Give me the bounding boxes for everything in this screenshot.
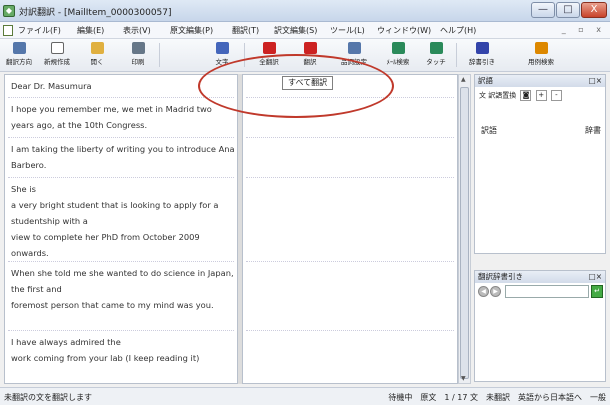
menu-window[interactable]: ウィンドウ(W) — [377, 25, 431, 36]
lookup-go-button[interactable]: ↵ — [591, 285, 603, 298]
toolbar-separator — [159, 43, 160, 67]
document-icon — [3, 25, 13, 36]
toolbar-button-mail-search[interactable]: ﾒｰﾙ検索 — [379, 41, 417, 66]
toolbar-label: 新規作成 — [44, 58, 70, 66]
printer-icon — [131, 42, 145, 54]
menu-edit[interactable]: 編集(E) — [77, 25, 104, 36]
vertical-scrollbar[interactable]: ▲ ▼ — [458, 74, 471, 384]
lookup-panel-header: 翻訳辞書引き □× — [475, 271, 605, 283]
toolbar-button-direction[interactable]: 翻訳方向 — [0, 41, 38, 66]
segment-separator — [8, 261, 234, 262]
dictionary-panel-header: 訳語 □× — [475, 75, 605, 87]
direction-icon — [12, 42, 26, 54]
replace-term-button[interactable]: 文 訳語置換 — [479, 92, 516, 100]
segment-separator — [8, 137, 234, 138]
toolbar-button-print[interactable]: 印刷 — [119, 41, 157, 66]
menu-bar: ファイル(F) 編集(E) 表示(V) 原文編集(P) 翻訳(T) 訳文編集(S… — [0, 22, 610, 39]
menu-translate[interactable]: 翻訳(T) — [232, 25, 259, 36]
maximize-button[interactable]: □ — [556, 2, 580, 18]
close-button[interactable]: X — [581, 2, 607, 18]
segment-separator — [8, 177, 234, 178]
translate-icon — [303, 42, 317, 54]
segment-separator — [246, 261, 454, 262]
toolbar-label: 翻訳方向 — [6, 58, 32, 66]
open-folder-icon — [90, 42, 104, 54]
menu-source-edit[interactable]: 原文編集(P) — [170, 25, 213, 36]
scroll-up-icon[interactable]: ▲ — [461, 76, 466, 83]
mdi-controls[interactable]: _ ▫ x — [562, 25, 606, 34]
lookup-input[interactable] — [505, 285, 589, 298]
segment-separator — [246, 137, 454, 138]
app-icon: ◆ — [3, 5, 15, 17]
status-message: 未翻訳の文を翻訳します — [4, 393, 92, 402]
segment-separator — [246, 177, 454, 178]
status-bar: 未翻訳の文を翻訳します 待機中 原文 1 / 17 文 未翻訳 英語から日本語へ… — [0, 387, 610, 405]
segment-separator — [8, 330, 234, 331]
replace-term-label: 訳語置換 — [488, 91, 517, 100]
toolbar-separator — [456, 43, 457, 67]
translation-pane[interactable] — [242, 74, 458, 384]
minimize-button[interactable]: — — [531, 2, 555, 18]
toolbar-label: 開く — [90, 58, 104, 66]
example-search-icon — [534, 42, 548, 54]
dictionary-panel: 訳語 □× 文 訳語置換 ◙ + - 訳語 辞書 — [474, 74, 606, 254]
image-icon[interactable]: ◙ — [520, 90, 532, 101]
toolbar-label: タッチ — [426, 58, 446, 66]
new-doc-icon — [50, 42, 64, 54]
source-segment[interactable]: She is a very bright student that is loo… — [11, 181, 235, 261]
pos-settings-icon — [347, 42, 361, 54]
text-icon — [215, 42, 229, 54]
toolbar-button-touch[interactable]: タッチ — [417, 41, 455, 66]
source-text-pane[interactable]: Dear Dr. Masumura I hope you remember me… — [4, 74, 238, 384]
dictionary-toolbar: 文 訳語置換 ◙ + - — [479, 90, 562, 102]
toolbar-button-example-search[interactable]: 用例検索 — [522, 41, 560, 66]
source-segment[interactable]: When she told me she wanted to do scienc… — [11, 265, 235, 313]
dictionary-column-headers: 訳語 辞書 — [481, 125, 601, 136]
toolbar-label: 印刷 — [131, 58, 145, 66]
menu-file[interactable]: ファイル(F) — [18, 25, 61, 36]
segment-separator — [8, 97, 234, 98]
menu-target-edit[interactable]: 訳文編集(S) — [274, 25, 317, 36]
tooltip: すべて翻訳 — [282, 76, 334, 90]
toolbar-button-open[interactable]: 開く — [78, 41, 116, 66]
toolbar-button-dictionary[interactable]: 辞書引き — [463, 41, 501, 66]
forward-icon[interactable]: ▶ — [490, 286, 501, 297]
source-segment[interactable]: I am taking the liberty of writing you t… — [11, 141, 235, 173]
status-info: 待機中 原文 1 / 17 文 未翻訳 英語から日本語へ 一般 — [388, 393, 606, 402]
column-term: 訳語 — [481, 126, 497, 135]
search-icon — [391, 42, 405, 54]
toolbar-label: 用例検索 — [528, 58, 554, 66]
segment-separator — [246, 330, 454, 331]
lookup-panel-title: 翻訳辞書引き — [478, 272, 523, 281]
remove-icon[interactable]: - — [550, 90, 562, 101]
translate-all-icon — [262, 42, 276, 54]
toolbar-button-new[interactable]: 新規作成 — [38, 41, 76, 66]
menu-tools[interactable]: ツール(L) — [330, 25, 365, 36]
dictionary-icon — [475, 42, 489, 54]
menu-help[interactable]: ヘルプ(H) — [440, 25, 476, 36]
lookup-navigation: ◀ ▶ — [478, 286, 502, 297]
window-title: 対訳翻訳 - [MailItem_0000300057] — [19, 8, 172, 18]
title-bar: ◆ 対訳翻訳 - [MailItem_0000300057] — □ X — [0, 0, 610, 22]
column-dictionary: 辞書 — [585, 126, 601, 135]
dictionary-panel-title: 訳語 — [478, 76, 493, 85]
back-icon[interactable]: ◀ — [478, 286, 489, 297]
menu-view[interactable]: 表示(V) — [123, 25, 151, 36]
dictionary-term-list[interactable] — [478, 141, 602, 251]
scroll-down-icon[interactable]: ▼ — [461, 375, 466, 382]
add-icon[interactable]: + — [535, 90, 547, 101]
dictionary-lookup-panel: 翻訳辞書引き □× ◀ ▶ ↵ — [474, 270, 606, 382]
toolbar-label: ﾒｰﾙ検索 — [386, 58, 410, 66]
scroll-thumb[interactable] — [460, 87, 469, 379]
source-segment[interactable]: I have always admired the work coming fr… — [11, 334, 235, 366]
close-icon[interactable]: □× — [589, 75, 602, 87]
toolbar-label: 辞書引き — [469, 58, 495, 66]
touch-icon — [429, 42, 443, 54]
close-icon[interactable]: □× — [589, 271, 602, 283]
source-segment[interactable]: I hope you remember me, we met in Madrid… — [11, 101, 235, 133]
